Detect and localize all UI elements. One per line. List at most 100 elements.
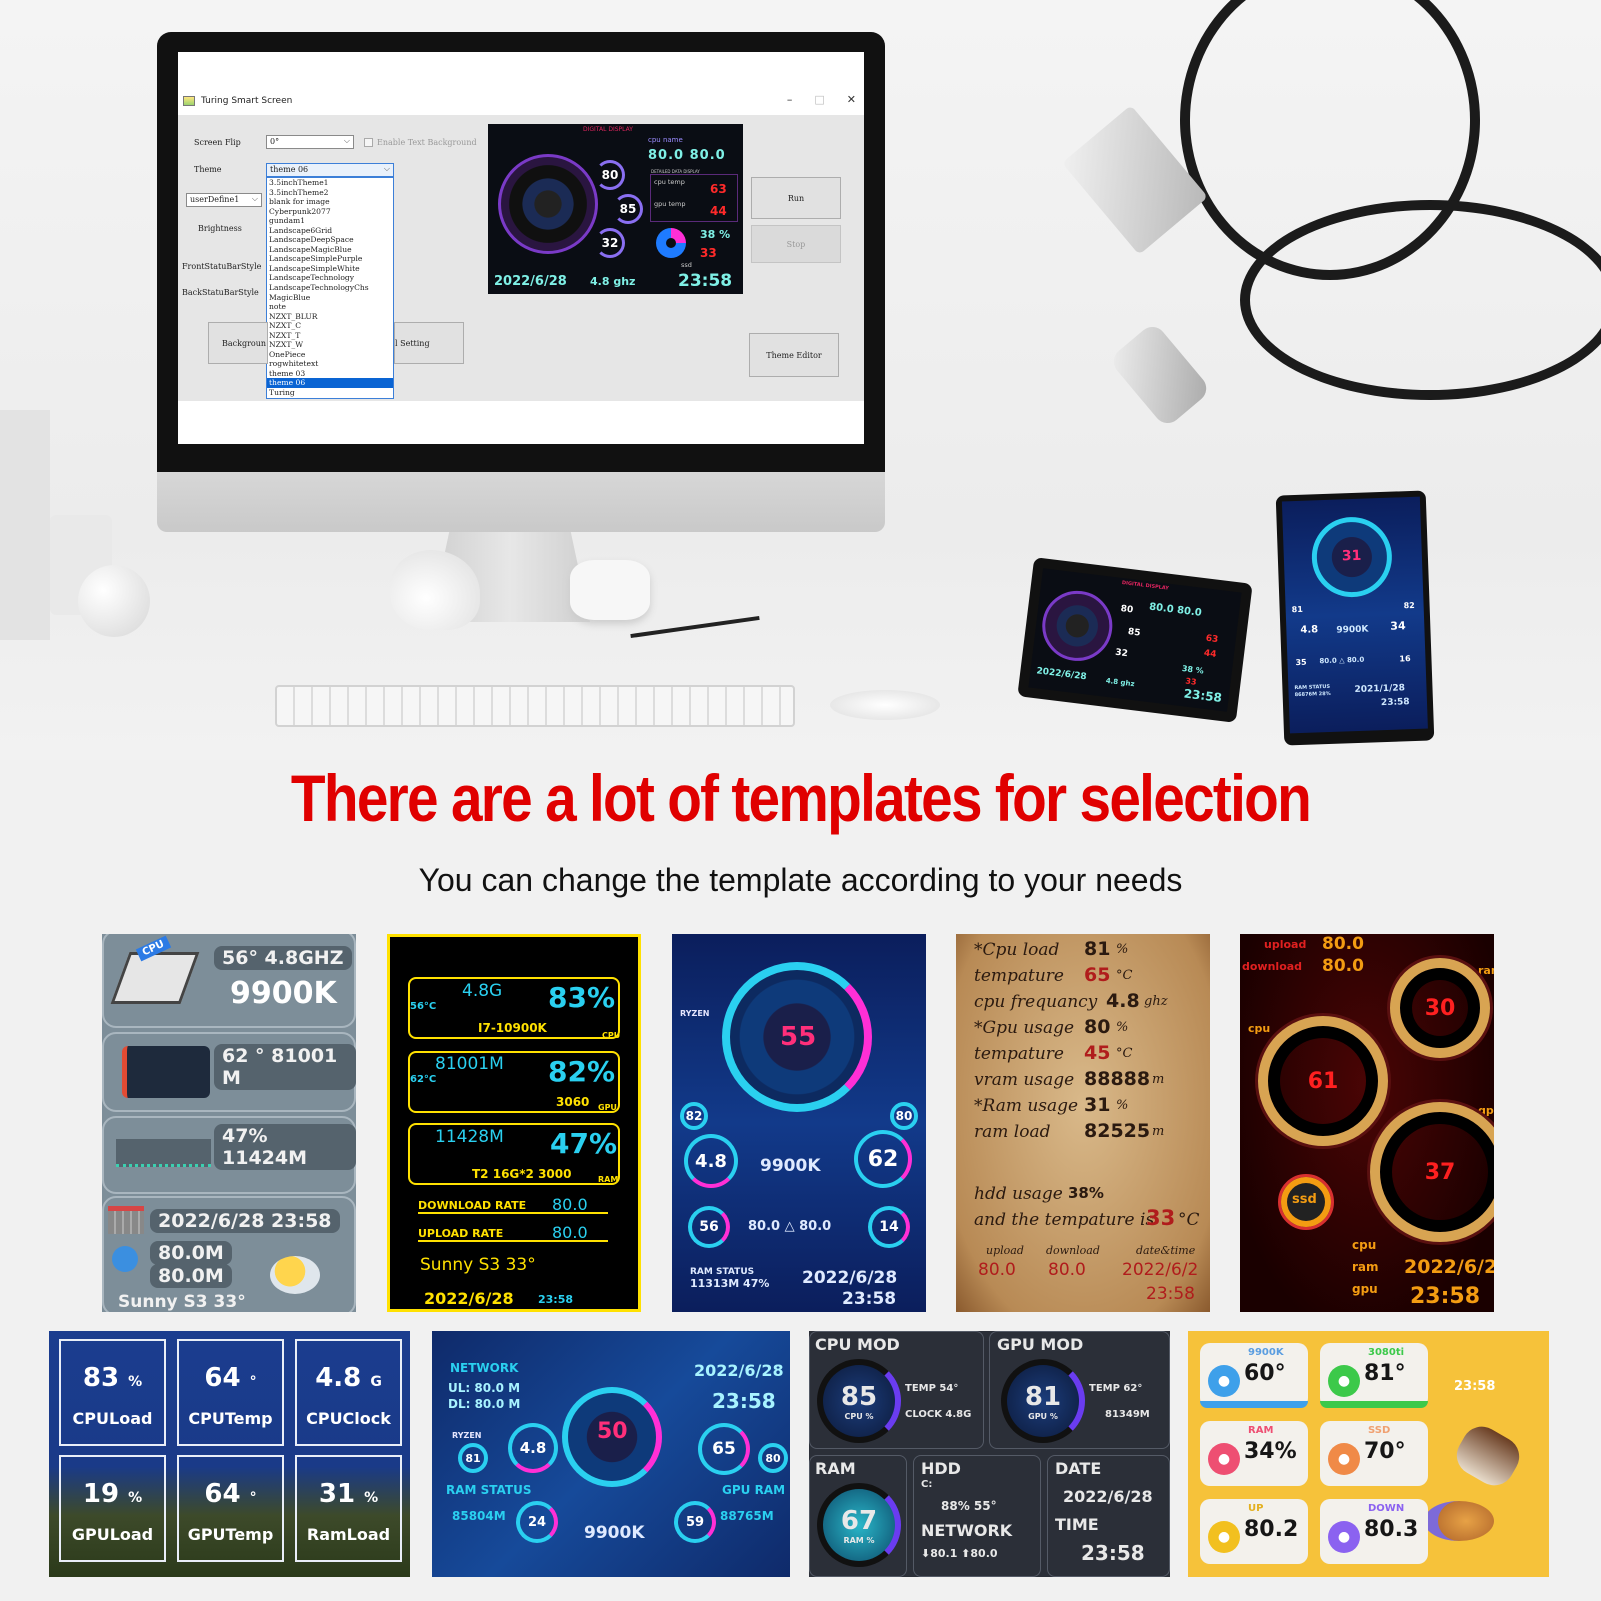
stat-unit: % bbox=[128, 1490, 143, 1506]
download-rate: 80.0 bbox=[552, 1195, 588, 1214]
metric-icon: ● bbox=[1328, 1365, 1360, 1397]
metric-value: 45 bbox=[1084, 1042, 1111, 1064]
background-button[interactable]: Backgroun bbox=[208, 322, 268, 364]
preview-cpu-name: cpu name bbox=[648, 136, 683, 144]
theme-select[interactable]: theme 06 ⌵ bbox=[266, 163, 394, 177]
template-night-grid: 83 % CPULoad 64 ° CPUTemp 4.8 G CPUClock 19 % G… bbox=[49, 1331, 410, 1577]
minimize-button[interactable]: – bbox=[787, 93, 793, 106]
template-red-gauges: upload 80.0 download 80.0 cpu ram gpu 61… bbox=[1240, 934, 1494, 1312]
close-button[interactable]: ✕ bbox=[847, 93, 856, 106]
theme-option[interactable]: gundam1 bbox=[267, 216, 393, 226]
screen-flip-label: Screen Flip bbox=[194, 138, 241, 147]
metric-unit: % bbox=[1116, 942, 1129, 957]
metric-caption: DOWN bbox=[1368, 1503, 1405, 1514]
theme-option[interactable]: theme 06 bbox=[267, 378, 393, 389]
usb-cable-loop bbox=[1240, 200, 1601, 400]
right-small-ring: 80 bbox=[890, 1102, 918, 1130]
preview-ghz: 4.8 ghz bbox=[590, 275, 636, 288]
metric-caption: 9900K bbox=[1248, 1347, 1284, 1358]
device-portrait-ram-value: 86876M 28% bbox=[1294, 690, 1331, 699]
metric-value: 88888 bbox=[1084, 1068, 1151, 1090]
run-button[interactable]: Run bbox=[751, 177, 841, 219]
mouse bbox=[830, 690, 940, 720]
cpu-name: I7-10900K bbox=[478, 1021, 547, 1035]
device-ring-2: 85 bbox=[1127, 627, 1141, 639]
theme-option[interactable]: LandscapeTechnologyChs bbox=[267, 283, 393, 293]
enable-text-background-checkbox[interactable] bbox=[364, 138, 373, 147]
stat-value: 19 bbox=[82, 1479, 120, 1509]
chevron-down-icon: ⌵ bbox=[383, 164, 390, 173]
theme-option[interactable]: Landscape6Grid bbox=[267, 226, 393, 236]
cpu-model: 9900K bbox=[230, 976, 337, 1011]
metric-label: cpu frequancy bbox=[974, 992, 1098, 1012]
cpu-stats: 56° 4.8GHZ bbox=[214, 946, 352, 970]
app-window: Turing Smart Screen – □ ✕ Screen Flip 0°… bbox=[178, 87, 864, 401]
stat-cell: 4.8 G CPUClock bbox=[295, 1339, 402, 1446]
right-ring: 65 bbox=[698, 1423, 750, 1475]
setting-button[interactable]: l Setting bbox=[394, 322, 464, 364]
theme-option[interactable]: MagicBlue bbox=[267, 293, 393, 303]
metric-value: 4.8 bbox=[1106, 990, 1140, 1012]
theme-option[interactable]: 3.5inchTheme2 bbox=[267, 188, 393, 198]
theme-option[interactable]: LandscapeSimplePurple bbox=[267, 254, 393, 264]
theme-option[interactable]: rogwhitetext bbox=[267, 359, 393, 369]
theme-option[interactable]: LandscapeTechnology bbox=[267, 273, 393, 283]
theme-option[interactable]: theme 03 bbox=[267, 369, 393, 379]
metric-icon: ● bbox=[1328, 1443, 1360, 1475]
left-ring: 4.8 bbox=[684, 1134, 738, 1188]
stop-button[interactable]: Stop bbox=[751, 225, 841, 263]
theme-label: Theme bbox=[194, 165, 222, 174]
hdd-label: hdd usage bbox=[974, 1184, 1063, 1204]
device-portrait: 31 81 82 4.8 9900K 34 35 80.0 △ 80.0 16 … bbox=[1275, 490, 1435, 746]
cpu-gauge: 61 bbox=[1258, 1016, 1388, 1146]
left-small-ring: 82 bbox=[680, 1102, 708, 1130]
ram-title: RAM bbox=[815, 1459, 856, 1478]
theme-option[interactable]: LandscapeDeepSpace bbox=[267, 235, 393, 245]
decor-hand-burger bbox=[1424, 1501, 1494, 1541]
theme-editor-button[interactable]: Theme Editor bbox=[749, 333, 839, 377]
metric-value: 65 bbox=[1084, 964, 1111, 986]
ram-unit: RAM % bbox=[843, 1535, 875, 1545]
hdd-temp: 33 bbox=[1146, 1206, 1176, 1230]
net-down: 80.0M bbox=[150, 1264, 232, 1288]
cpu-freq: 4.8G bbox=[462, 981, 503, 1001]
left-small-ring: 81 bbox=[458, 1443, 488, 1473]
theme-option[interactable]: Cyberpunk2077 bbox=[267, 207, 393, 217]
theme-option[interactable]: blank for image bbox=[267, 197, 393, 207]
theme-option[interactable]: NZXT_C bbox=[267, 321, 393, 331]
metric-unit: °C bbox=[1116, 968, 1133, 983]
theme-option[interactable]: LandscapeMagicBlue bbox=[267, 245, 393, 255]
gpu-temp: TEMP 62° bbox=[1089, 1383, 1143, 1394]
theme-option[interactable]: NZXT_W bbox=[267, 340, 393, 350]
gpu-temp: 62°C bbox=[410, 1074, 437, 1085]
metric-label: *Ram usage bbox=[974, 1096, 1079, 1116]
metric-unit: m bbox=[1152, 1072, 1165, 1087]
preview-ssd-percent: 38 % bbox=[700, 228, 731, 241]
metric-icon: ● bbox=[1208, 1521, 1240, 1553]
theme-option[interactable]: 3.5inchTheme1 bbox=[267, 178, 393, 188]
network-label: NETWORK bbox=[450, 1361, 519, 1375]
brand-logo: RYZEN bbox=[680, 1009, 710, 1018]
device-ssd-temp: 33 bbox=[1184, 676, 1197, 687]
device-gpu-temp: 44 bbox=[1203, 648, 1217, 660]
screen-flip-select[interactable]: 0° ⌵ bbox=[266, 135, 354, 149]
theme-option[interactable]: Turing bbox=[267, 388, 393, 398]
back-status-bar-label: BackStatuBarStyle bbox=[182, 288, 259, 297]
theme-option[interactable]: LandscapeSimpleWhite bbox=[267, 264, 393, 274]
weather: Sunny S3 33° bbox=[118, 1292, 246, 1312]
theme-option[interactable]: note bbox=[267, 302, 393, 312]
metric-caption: UP bbox=[1248, 1503, 1264, 1514]
theme-option[interactable]: NZXT_T bbox=[267, 331, 393, 341]
upload-label: upload bbox=[986, 1244, 1024, 1257]
theme-option[interactable]: NZXT_BLUR bbox=[267, 312, 393, 322]
theme-dropdown-list[interactable]: 3.5inchTheme1 3.5inchTheme2 blank for imag… bbox=[266, 177, 394, 399]
maximize-button[interactable]: □ bbox=[814, 93, 824, 106]
metric-card: ● UP 80.2 bbox=[1200, 1499, 1308, 1564]
metric-unit: % bbox=[1116, 1020, 1129, 1035]
stat-cell: 19 % GPULoad bbox=[59, 1455, 166, 1562]
user-define-select[interactable]: userDefine1 ⌵ bbox=[186, 193, 262, 207]
app-icon bbox=[183, 96, 195, 106]
theme-option[interactable]: OnePiece bbox=[267, 350, 393, 360]
stat-value: 83 bbox=[82, 1363, 120, 1393]
stat-value-wrap: 83 % bbox=[61, 1363, 164, 1393]
